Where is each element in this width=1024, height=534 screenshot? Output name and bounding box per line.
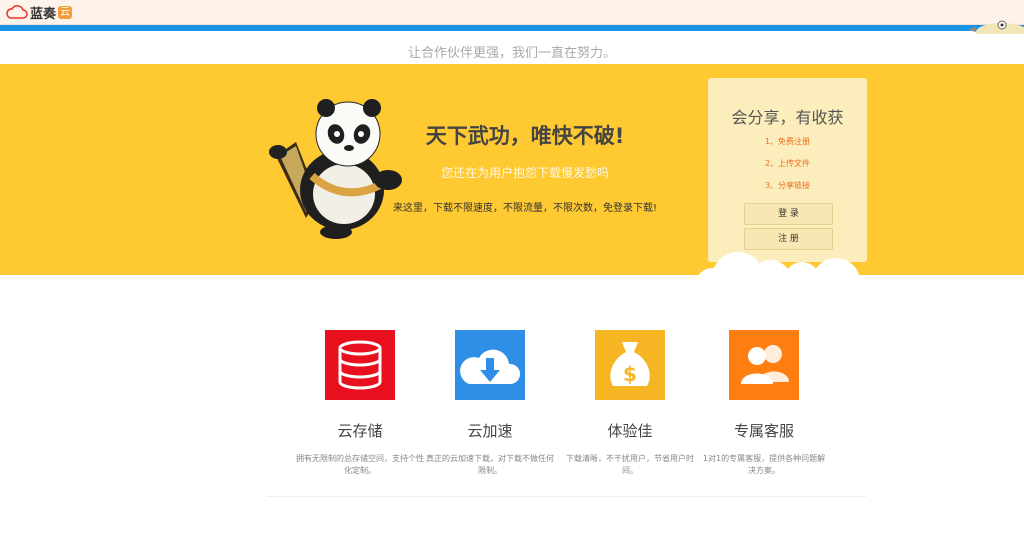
logo-text: 蓝奏 (30, 6, 57, 22)
feature-title: 云存储 (337, 422, 383, 440)
cloud-logo-icon (6, 5, 28, 19)
feature-desc: 拥有无限制的总存储空间，支持个性化定制。 (296, 454, 424, 475)
feature-desc: 1对1的专属客服，提供各种问题解决方案。 (702, 454, 826, 475)
step-register: 1、免费注册 (764, 137, 811, 146)
slogan: 让合作伙伴更强，我们一直在努力。 (407, 46, 616, 61)
money-bag-icon: $ (595, 330, 665, 400)
cloud-download-icon (455, 330, 525, 400)
login-button[interactable]: 登 录 (744, 203, 833, 225)
database-icon (325, 330, 395, 400)
feature-cloud-speed: 云加速 真正的云加速下载，对下载不做任何限制。 (420, 330, 560, 477)
hero-banner: 天下武功，唯快不破! 您还在为用户抱怨下载慢发愁吗 来这里，下载不限速度，不限流… (0, 64, 1024, 275)
users-icon (729, 330, 799, 400)
decorative-clouds-icon (697, 252, 860, 278)
feature-title: 体验佳 (607, 422, 653, 440)
feature-customer-service: 专属客服 1对1的专属客服，提供各种问题解决方案。 (694, 330, 834, 477)
corner-mascot-icon (968, 20, 1024, 34)
step-upload: 2、上传文件 (764, 159, 811, 168)
feature-title: 云加速 (467, 422, 513, 440)
top-bar: 蓝奏 云 (0, 0, 1024, 25)
register-button[interactable]: 注 册 (744, 228, 833, 250)
svg-text:$: $ (623, 362, 637, 386)
share-box-title: 会分享，有收获 (731, 108, 844, 127)
logo[interactable]: 蓝奏 云 (6, 3, 73, 22)
banner-description: 来这里，下载不限速度，不限流量，不限次数，免登录下载! (392, 203, 657, 214)
banner-headline: 天下武功，唯快不破! (425, 124, 625, 148)
banner-subheadline: 您还在为用户抱怨下载慢发愁吗 (440, 166, 609, 180)
feature-cloud-storage: 云存储 拥有无限制的总存储空间，支持个性化定制。 (290, 330, 430, 477)
feature-desc: 真正的云加速下载，对下载不做任何限制。 (426, 454, 554, 475)
share-box: 会分享，有收获 1、免费注册 2、上传文件 3、分享链接 登 录 注 册 (708, 78, 867, 262)
header-accent-bar (0, 25, 1024, 31)
step-share: 3、分享链接 (764, 181, 811, 190)
feature-title: 专属客服 (733, 422, 794, 440)
section-divider (266, 496, 866, 497)
logo-badge: 云 (58, 5, 73, 19)
features-section: 云存储 拥有无限制的总存储空间，支持个性化定制。 云加速 真正的云加速下载，对下… (0, 330, 1024, 480)
feature-desc: 下载清晰，不干扰用户，节省用户时间。 (566, 454, 694, 475)
feature-experience: $ 体验佳 下载清晰，不干扰用户，节省用户时间。 (560, 330, 700, 477)
